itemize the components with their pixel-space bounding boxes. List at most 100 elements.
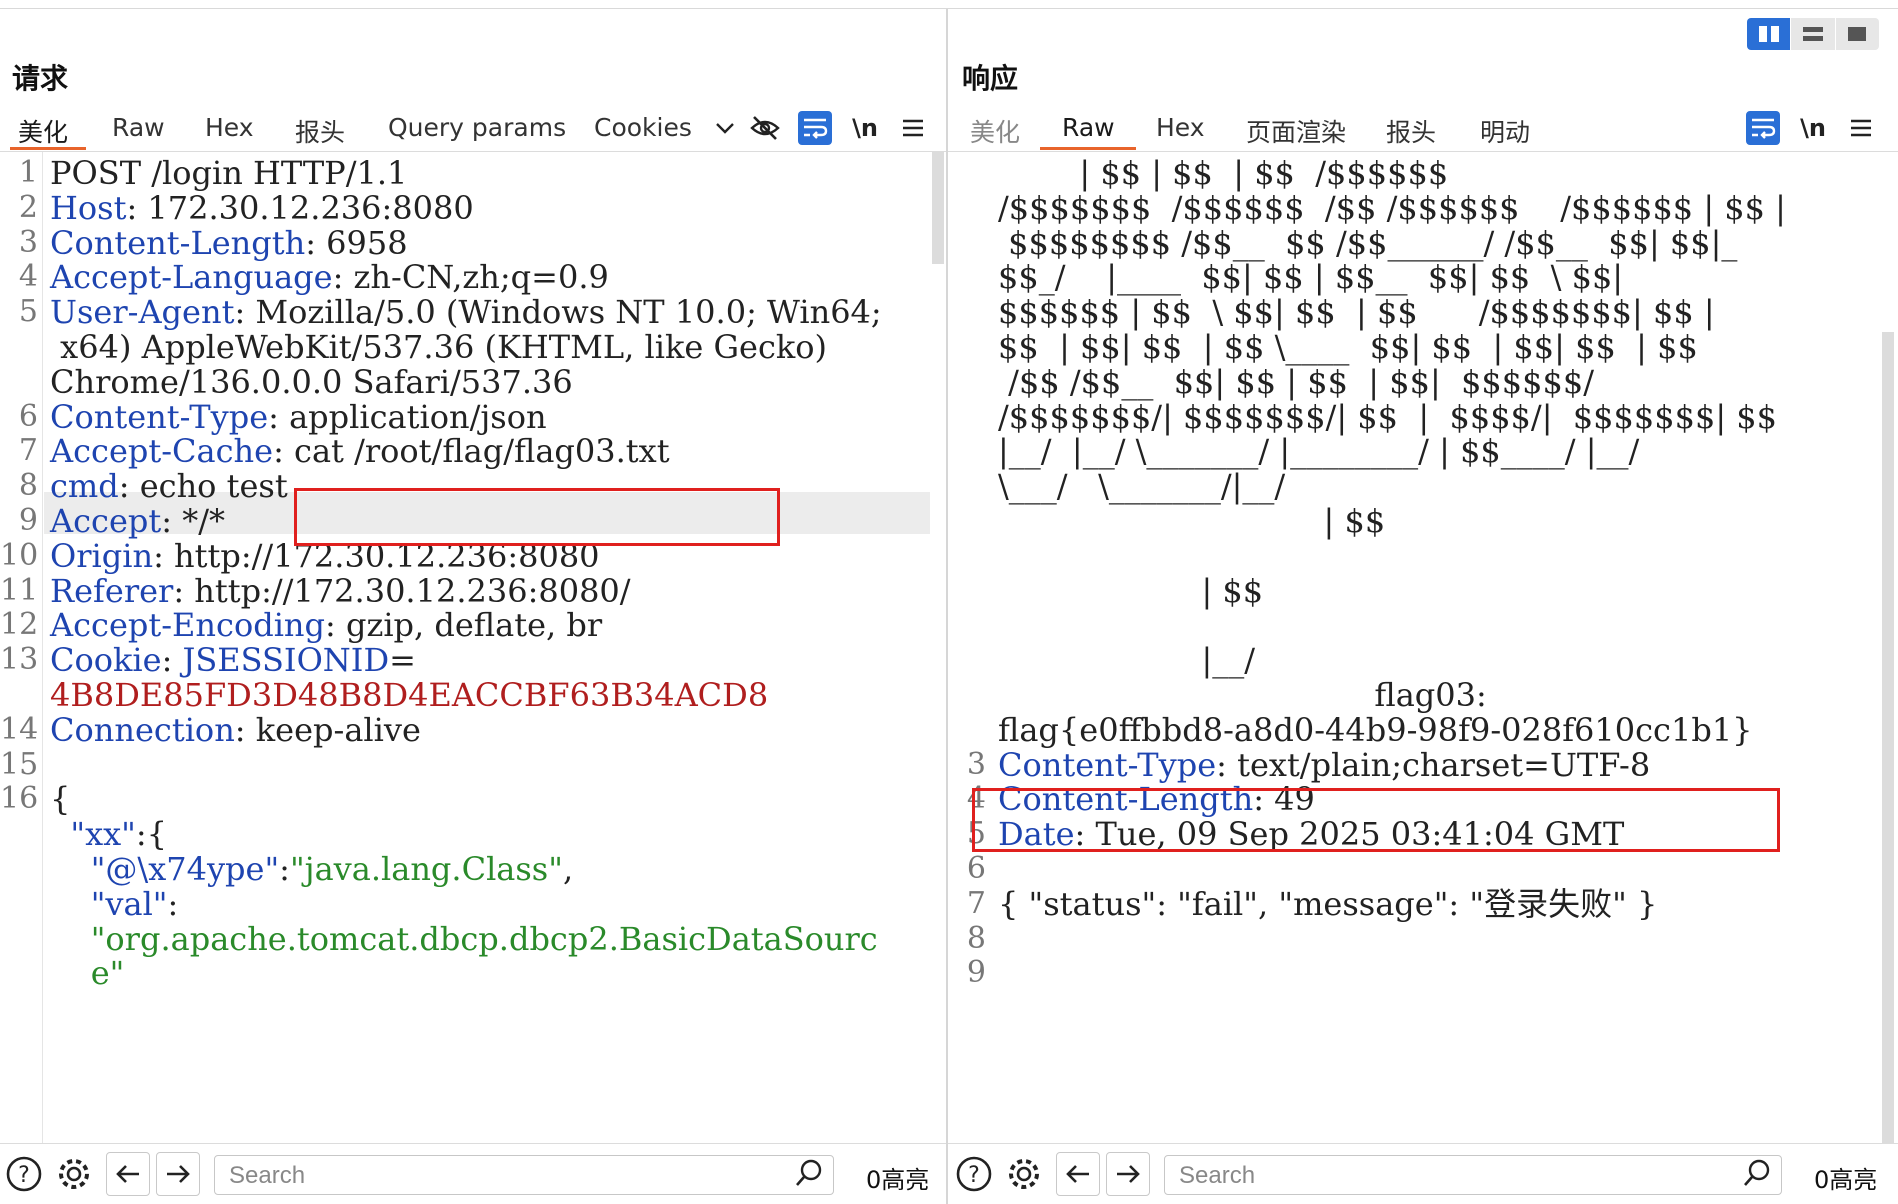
code-line: 7{ "status": "fail", "message": "登录失败" }: [948, 883, 1898, 923]
code-line: 4 Accept-Language: zh-CN,zh;q=0.9: [0, 256, 946, 296]
svg-text:?: ?: [18, 1163, 30, 1188]
menu-icon[interactable]: [896, 111, 930, 145]
code-line: | $$ | $$ | $$ /$$$$$$: [948, 152, 1898, 192]
help-icon[interactable]: ?: [4, 1154, 44, 1194]
code-line: $$ | $$| $$ | $$ \____ $$| $$ | $$| $$ |…: [948, 326, 1898, 366]
code-line: flag{e0ffbbd8-a8d0-44b9-98f9-028f610cc1b…: [948, 709, 1898, 749]
response-search-input[interactable]: [1177, 1157, 1701, 1195]
request-highlight-box: [294, 488, 780, 546]
request-pane: 请求 美化 Raw Hex 报头 Query params Cookies \n…: [0, 9, 946, 1204]
code-line: $$$$$$ | $$ \ $$| $$ | $$ /$$$$$$$| $$ |: [948, 291, 1898, 331]
search-icon[interactable]: [795, 1158, 823, 1195]
response-tab-explain[interactable]: 明动: [1480, 113, 1530, 149]
request-tab-pretty[interactable]: 美化: [18, 113, 68, 149]
help-icon[interactable]: ?: [954, 1154, 994, 1194]
request-title: 请求: [12, 62, 69, 95]
code-line: 15: [0, 744, 946, 782]
code-line: 7 Accept-Cache: cat /root/flag/flag03.txt: [0, 430, 946, 470]
code-line: \___/ \_______/|__/: [948, 465, 1898, 505]
code-line: 4B8DE85FD3D48B8D4EACCBF63B34ACD8: [0, 674, 946, 714]
response-search-box[interactable]: [1164, 1155, 1782, 1195]
code-line: flag03:: [948, 674, 1898, 714]
code-line: |__/: [948, 639, 1898, 679]
search-icon[interactable]: [1743, 1158, 1771, 1195]
word-wrap-icon[interactable]: [1746, 111, 1780, 145]
code-line: "val":: [0, 883, 946, 923]
response-tab-hex[interactable]: Hex: [1156, 113, 1205, 142]
request-search-box[interactable]: [214, 1155, 834, 1195]
word-wrap-icon[interactable]: [798, 111, 832, 145]
code-line: $$$$$$$$ /$$__ $$ /$$______/ /$$__ $$| $…: [948, 222, 1898, 262]
layout-stacked-icon[interactable]: [1790, 18, 1835, 50]
request-scrollbar[interactable]: [932, 152, 944, 264]
gear-icon[interactable]: [54, 1154, 94, 1194]
eye-off-icon[interactable]: [748, 111, 782, 145]
code-line: 13 Cookie: JSESSIONID=: [0, 639, 946, 679]
chevron-down-icon[interactable]: [708, 111, 742, 145]
code-line: 2 Host: 172.30.12.236:8080: [0, 187, 946, 227]
code-line: | $$: [948, 500, 1898, 540]
request-tab-hex[interactable]: Hex: [205, 113, 254, 142]
newline-icon[interactable]: \n: [848, 111, 882, 145]
request-tab-cookies[interactable]: Cookies: [594, 113, 692, 142]
svg-text:?: ?: [968, 1163, 980, 1188]
code-line: 3 Content-Length: 6958: [0, 222, 946, 262]
response-editor[interactable]: | $$ | $$ | $$ /$$$$$$/$$$$$$$ /$$$$$$ /…: [948, 152, 1898, 1144]
menu-icon[interactable]: [1844, 111, 1878, 145]
response-highlight-count: 0高亮: [1814, 1166, 1878, 1194]
layout-toggle-group: [1747, 18, 1879, 50]
code-line: x64) AppleWebKit/537.36 (KHTML, like Gec…: [0, 326, 946, 366]
code-line: Chrome/136.0.0.0 Safari/537.36: [0, 361, 946, 401]
code-line: 1 POST /login HTTP/1.1: [0, 152, 946, 192]
response-scrollbar[interactable]: [1882, 332, 1894, 1144]
code-line: /$$$$$$$/| $$$$$$$/| $$ | $$$$/| $$$$$$$…: [948, 396, 1898, 436]
code-line: 6 Content-Type: application/json: [0, 396, 946, 436]
response-tab-headers[interactable]: 报头: [1386, 113, 1436, 149]
code-line: "xx":{: [0, 813, 946, 853]
request-tab-query-params[interactable]: Query params: [388, 113, 566, 142]
arrow-right-icon[interactable]: [1106, 1152, 1150, 1196]
code-line: 16{: [0, 778, 946, 818]
arrow-left-icon[interactable]: [106, 1152, 150, 1196]
request-tab-headers[interactable]: 报头: [295, 113, 345, 149]
code-line: /$$$$$$$ /$$$$$$ /$$ /$$$$$$ /$$$$$$ | $…: [948, 187, 1898, 227]
token: e": [50, 954, 125, 993]
code-line: 12 Accept-Encoding: gzip, deflate, br: [0, 604, 946, 644]
code-line: 14 Connection: keep-alive: [0, 709, 946, 749]
response-tab-raw[interactable]: Raw: [1062, 113, 1115, 142]
code-line: 11 Referer: http://172.30.12.236:8080/: [0, 570, 946, 610]
arrow-left-icon[interactable]: [1056, 1152, 1100, 1196]
code-line: $$_/ |____ $$| $$ | $$__ $$| $$ \ $$|: [948, 256, 1898, 296]
request-search-input[interactable]: [227, 1157, 751, 1195]
request-tab-raw[interactable]: Raw: [112, 113, 165, 142]
code-line: "@\x74ype":"java.lang.Class",: [0, 848, 946, 888]
layout-single-icon[interactable]: [1834, 18, 1879, 50]
request-bottom-bar: ? 0高亮: [0, 1143, 946, 1204]
layout-split-icon[interactable]: [1747, 18, 1791, 50]
response-bottom-bar: ? 0高亮: [948, 1143, 1898, 1204]
code-line: 9: [948, 952, 1898, 990]
request-active-tab-underline: [10, 147, 86, 150]
code-line: e": [0, 952, 946, 992]
response-tab-pretty[interactable]: 美化: [970, 113, 1020, 149]
line-text: e": [50, 952, 125, 994]
response-tab-render[interactable]: 页面渲染: [1246, 113, 1346, 149]
response-flag-highlight-box: [972, 788, 1780, 852]
code-line: /$$ /$$__ $$| $$ | $$ | $$| $$$$$$/: [948, 361, 1898, 401]
code-line: 5 User-Agent: Mozilla/5.0 (Windows NT 10.…: [0, 291, 946, 331]
response-pane: 响应 美化 Raw Hex 页面渲染 报头 明动 \n | $$ | $$ | …: [948, 9, 1898, 1204]
gear-icon[interactable]: [1004, 1154, 1044, 1194]
request-editor[interactable]: 1 POST /login HTTP/1.1 2 Host: 172.30.12.23…: [0, 152, 946, 1144]
arrow-right-icon[interactable]: [156, 1152, 200, 1196]
request-highlight-count: 0高亮: [866, 1166, 930, 1194]
code-line: | $$: [948, 570, 1898, 610]
code-line: 6: [948, 848, 1898, 886]
code-line: 8: [948, 918, 1898, 956]
response-active-tab-underline: [1040, 147, 1136, 150]
newline-icon[interactable]: \n: [1796, 111, 1830, 145]
code-line: 3 Content-Type: text/plain;charset=UTF-8: [948, 744, 1898, 784]
response-title: 响应: [962, 62, 1019, 95]
code-line: |__/ |__/ \_______/ |________/ | $$____/…: [948, 430, 1898, 470]
